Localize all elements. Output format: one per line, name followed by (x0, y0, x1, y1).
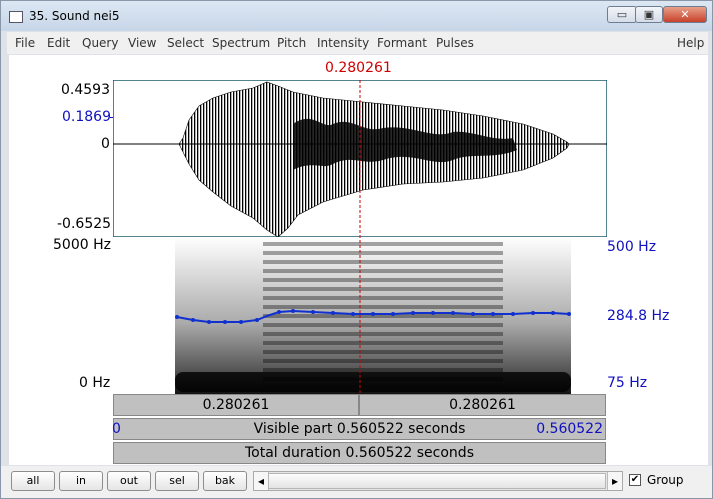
menu-formant[interactable]: Formant (377, 36, 427, 50)
close-button[interactable]: ✕ (663, 6, 707, 23)
title-bar[interactable]: 35. Sound nei5 ▭ ▣ ✕ (1, 1, 712, 31)
scroll-right-arrow-icon[interactable]: ▸ (607, 472, 622, 490)
menu-help[interactable]: Help (677, 36, 704, 50)
total-duration-bar[interactable]: Total duration 0.560522 seconds (113, 442, 606, 464)
menu-pitch[interactable]: Pitch (277, 36, 306, 50)
menu-edit[interactable]: Edit (47, 36, 70, 50)
scroll-thumb[interactable] (268, 473, 606, 489)
bak-button[interactable]: bak (203, 471, 247, 491)
scroll-left-arrow-icon[interactable]: ◂ (254, 472, 269, 490)
menu-bar: File Edit Query View Select Spectrum Pit… (7, 32, 708, 54)
spectrogram-fmax: 5000 Hz (53, 237, 111, 253)
visible-end: 0.560522 (536, 421, 603, 437)
right-duration-label: 0.280261 (449, 397, 516, 413)
horizontal-scrollbar[interactable]: ◂ ▸ (253, 471, 623, 491)
left-duration-bar[interactable]: 0.280261 (113, 394, 359, 416)
window-title: 35. Sound nei5 (29, 9, 120, 23)
window-icon (9, 11, 23, 23)
maximize-button[interactable]: ▣ (635, 6, 663, 23)
menu-view[interactable]: View (128, 36, 156, 50)
right-duration-bar[interactable]: 0.280261 (359, 394, 606, 416)
pitch-axis-mid: 284.8 Hz (607, 308, 670, 324)
minimize-button[interactable]: ▭ (607, 6, 637, 23)
all-button[interactable]: all (11, 471, 55, 491)
group-label: Group (647, 473, 684, 487)
menu-pulses[interactable]: Pulses (436, 36, 474, 50)
waveform-ymark: 0.1869 (62, 109, 111, 125)
visible-part-bar[interactable]: 0 Visible part 0.560522 seconds 0.560522 (112, 418, 606, 440)
pitch-axis-max: 500 Hz (607, 239, 657, 255)
total-duration-label: Total duration 0.560522 seconds (245, 445, 474, 461)
menu-file[interactable]: File (15, 36, 35, 50)
menu-intensity[interactable]: Intensity (317, 36, 369, 50)
visible-part-label: Visible part 0.560522 seconds (253, 421, 466, 437)
editor-canvas[interactable]: 0.280261 0.4593 0.1869 0 -0.6525 5000 Hz… (9, 55, 708, 465)
praat-sound-window: 35. Sound nei5 ▭ ▣ ✕ File Edit Query Vie… (0, 0, 713, 499)
spectrogram-fmin: 0 Hz (79, 375, 111, 391)
group-checkbox[interactable]: ✔ (629, 474, 641, 486)
menu-select[interactable]: Select (167, 36, 204, 50)
waveform-zero: 0 (101, 136, 110, 152)
menu-spectrum[interactable]: Spectrum (212, 36, 270, 50)
left-duration-label: 0.280261 (202, 397, 270, 413)
signal-display[interactable] (113, 80, 607, 394)
cursor-time-label: 0.280261 (325, 60, 392, 76)
menu-query[interactable]: Query (82, 36, 118, 50)
sel-button[interactable]: sel (155, 471, 199, 491)
pitch-axis-min: 75 Hz (607, 375, 648, 391)
waveform-ymin: -0.6525 (57, 216, 112, 232)
in-button[interactable]: in (59, 471, 103, 491)
out-button[interactable]: out (107, 471, 151, 491)
bottom-toolbar: all in out sel bak ◂ ▸ ✔ Group (1, 466, 712, 498)
waveform-ymax: 0.4593 (61, 82, 110, 98)
